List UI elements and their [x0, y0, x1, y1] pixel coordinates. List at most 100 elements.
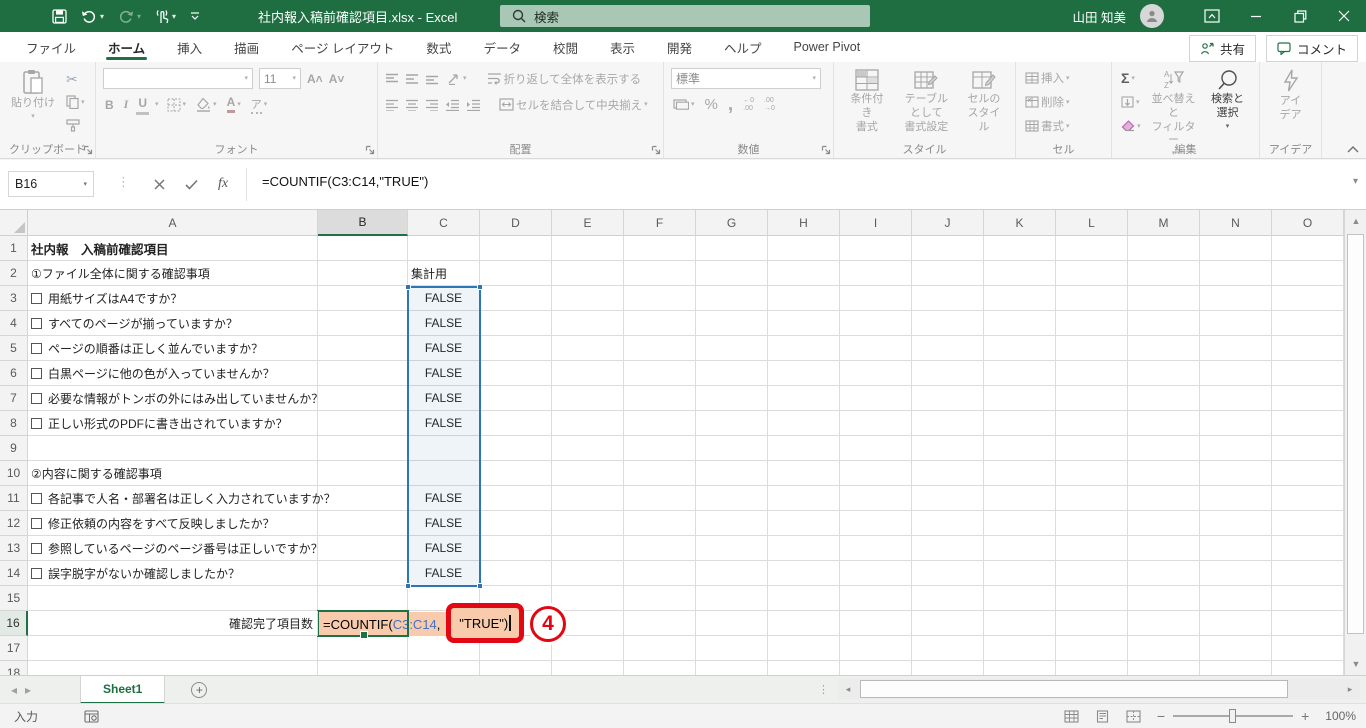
cell-M9[interactable]	[1128, 436, 1200, 461]
cell-C10[interactable]	[408, 461, 480, 486]
cell-D10[interactable]	[480, 461, 552, 486]
cell-G7[interactable]	[696, 386, 768, 411]
cell-A1[interactable]: 社内報 入稿前確認項目	[28, 236, 318, 261]
cell-K13[interactable]	[984, 536, 1056, 561]
cell-M5[interactable]	[1128, 336, 1200, 361]
cell-N7[interactable]	[1200, 386, 1272, 411]
cell-K15[interactable]	[984, 586, 1056, 611]
cell-B10[interactable]	[318, 461, 408, 486]
cell-C13[interactable]: FALSE	[408, 536, 480, 561]
close-button[interactable]	[1322, 0, 1366, 32]
row-header-13[interactable]: 13	[0, 536, 28, 561]
cell-N18[interactable]	[1200, 661, 1272, 675]
cell-I3[interactable]	[840, 286, 912, 311]
save-button[interactable]	[52, 8, 67, 24]
cell-K18[interactable]	[984, 661, 1056, 675]
cell-I5[interactable]	[840, 336, 912, 361]
column-header-J[interactable]: J	[912, 210, 984, 236]
cell-J12[interactable]	[912, 511, 984, 536]
cell-N5[interactable]	[1200, 336, 1272, 361]
cell-C14[interactable]: FALSE	[408, 561, 480, 586]
cell-G6[interactable]	[696, 361, 768, 386]
column-header-M[interactable]: M	[1128, 210, 1200, 236]
cell-L6[interactable]	[1056, 361, 1128, 386]
cell-H15[interactable]	[768, 586, 840, 611]
cell-F11[interactable]	[624, 486, 696, 511]
cell-A5[interactable]: ページの順番は正しく並んでいますか？	[28, 336, 318, 361]
row-header-5[interactable]: 5	[0, 336, 28, 361]
align-left-icon[interactable]	[385, 99, 399, 111]
cell-L5[interactable]	[1056, 336, 1128, 361]
cell-H4[interactable]	[768, 311, 840, 336]
user-name[interactable]: 山田 知美	[1073, 7, 1126, 26]
cell-A2[interactable]: ①ファイル全体に関する確認事項	[28, 261, 318, 286]
cut-button[interactable]: ✂	[64, 69, 87, 89]
cell-D3[interactable]	[480, 286, 552, 311]
cell-A16[interactable]: 確認完了項目数	[28, 611, 318, 636]
fill-color-button[interactable]: ▾	[194, 95, 219, 115]
cell-E13[interactable]	[552, 536, 624, 561]
cell-O10[interactable]	[1272, 461, 1344, 486]
ribbon-tab-数式[interactable]: 数式	[410, 32, 467, 62]
cell-E17[interactable]	[552, 636, 624, 661]
cell-K1[interactable]	[984, 236, 1056, 261]
ribbon-tab-ファイル[interactable]: ファイル	[10, 32, 92, 62]
column-header-I[interactable]: I	[840, 210, 912, 236]
cell-M7[interactable]	[1128, 386, 1200, 411]
clipboard-dialog-launcher[interactable]	[83, 145, 93, 155]
cell-F6[interactable]	[624, 361, 696, 386]
cell-F12[interactable]	[624, 511, 696, 536]
cell-F1[interactable]	[624, 236, 696, 261]
cell-M16[interactable]	[1128, 611, 1200, 636]
ribbon-tab-描画[interactable]: 描画	[218, 32, 275, 62]
cell-J5[interactable]	[912, 336, 984, 361]
cell-H9[interactable]	[768, 436, 840, 461]
cell-I15[interactable]	[840, 586, 912, 611]
cell-D5[interactable]	[480, 336, 552, 361]
cell-J15[interactable]	[912, 586, 984, 611]
cell-K17[interactable]	[984, 636, 1056, 661]
cell-G15[interactable]	[696, 586, 768, 611]
cell-L18[interactable]	[1056, 661, 1128, 675]
cell-G11[interactable]	[696, 486, 768, 511]
cell-F13[interactable]	[624, 536, 696, 561]
cell-G1[interactable]	[696, 236, 768, 261]
cell-H8[interactable]	[768, 411, 840, 436]
row-header-16[interactable]: 16	[0, 611, 28, 636]
cell-G14[interactable]	[696, 561, 768, 586]
zoom-percentage[interactable]: 100%	[1325, 709, 1356, 723]
cell-G16[interactable]	[696, 611, 768, 636]
cell-J2[interactable]	[912, 261, 984, 286]
cell-J13[interactable]	[912, 536, 984, 561]
cell-N4[interactable]	[1200, 311, 1272, 336]
cell-L11[interactable]	[1056, 486, 1128, 511]
row-header-15[interactable]: 15	[0, 586, 28, 611]
cell-H10[interactable]	[768, 461, 840, 486]
cell-O17[interactable]	[1272, 636, 1344, 661]
row-header-6[interactable]: 6	[0, 361, 28, 386]
cell-N9[interactable]	[1200, 436, 1272, 461]
ribbon-tab-挿入[interactable]: 挿入	[161, 32, 218, 62]
cell-I12[interactable]	[840, 511, 912, 536]
cell-E11[interactable]	[552, 486, 624, 511]
cell-J17[interactable]	[912, 636, 984, 661]
cell-N14[interactable]	[1200, 561, 1272, 586]
minimize-button[interactable]	[1234, 0, 1278, 32]
cell-L12[interactable]	[1056, 511, 1128, 536]
font-dialog-launcher[interactable]	[365, 145, 375, 155]
cell-D8[interactable]	[480, 411, 552, 436]
cell-K10[interactable]	[984, 461, 1056, 486]
cell-F18[interactable]	[624, 661, 696, 675]
cell-L2[interactable]	[1056, 261, 1128, 286]
page-break-preview-button[interactable]	[1126, 709, 1141, 723]
cell-H7[interactable]	[768, 386, 840, 411]
row-header-11[interactable]: 11	[0, 486, 28, 511]
italic-button[interactable]: I	[122, 95, 131, 115]
cell-F15[interactable]	[624, 586, 696, 611]
cell-N12[interactable]	[1200, 511, 1272, 536]
insert-function-button[interactable]: fx	[210, 172, 236, 196]
cell-M6[interactable]	[1128, 361, 1200, 386]
cell-M13[interactable]	[1128, 536, 1200, 561]
cell-G17[interactable]	[696, 636, 768, 661]
cell-A12[interactable]: 修正依頼の内容をすべて反映しましたか？	[28, 511, 318, 536]
